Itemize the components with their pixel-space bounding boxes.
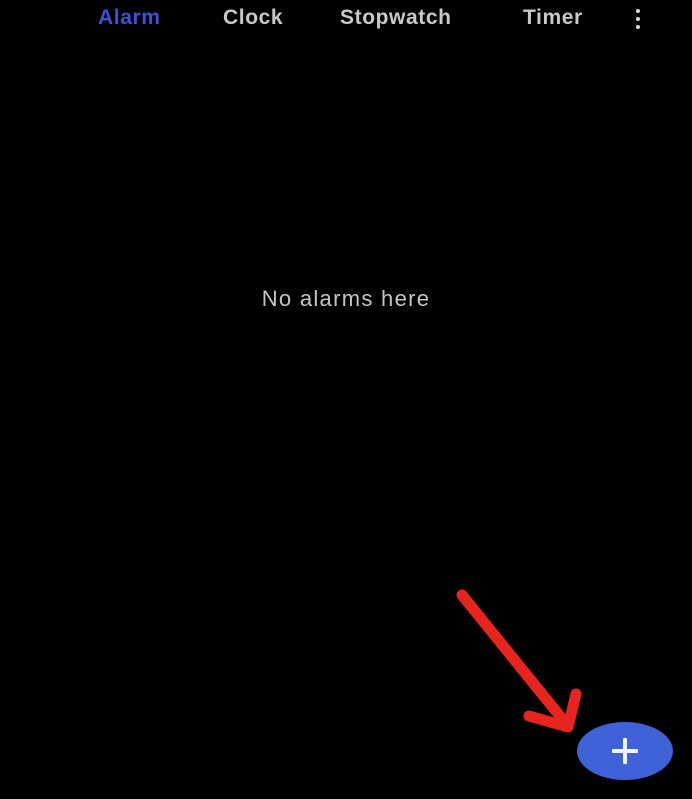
tab-alarm[interactable]: Alarm [98,5,161,31]
more-vert-icon[interactable] [624,2,652,36]
more-vert-dot-1 [636,9,640,13]
tab-stopwatch[interactable]: Stopwatch [340,5,452,31]
plus-icon [612,738,638,764]
tab-timer[interactable]: Timer [523,5,583,31]
more-vert-dot-2 [636,17,640,21]
arrow-head [523,688,582,733]
clock-app-screen: Alarm Clock Stopwatch Timer No alarms he… [0,0,692,799]
more-vert-dot-3 [636,25,640,29]
tab-bar: Alarm Clock Stopwatch Timer [0,0,692,40]
empty-state-message: No alarms here [261,286,431,311]
annotation-arrow [456,589,582,733]
arrow-shaft [456,589,574,732]
tab-clock[interactable]: Clock [223,5,283,31]
add-alarm-fab[interactable] [577,722,673,780]
